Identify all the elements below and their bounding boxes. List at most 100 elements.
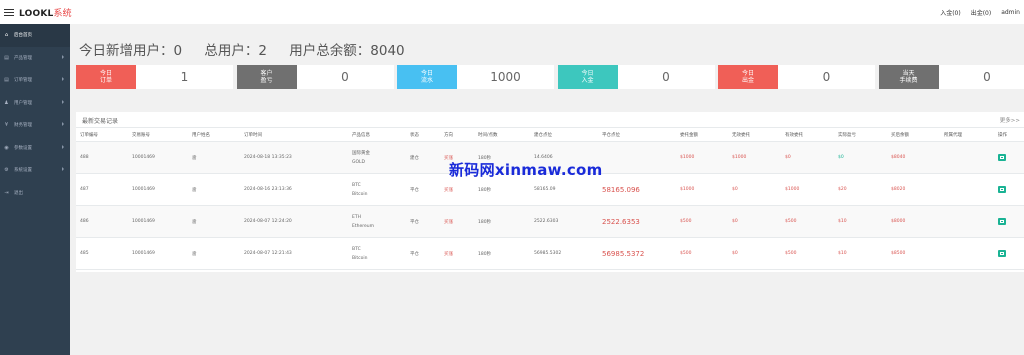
cell-value: 180秒 <box>478 187 492 193</box>
column-header: 订单时间 <box>240 127 348 142</box>
table-cell-op <box>994 141 1024 174</box>
column-header: 时间/点数 <box>474 127 530 142</box>
admin-user-link[interactable]: admin <box>1001 9 1020 16</box>
withdraw-link[interactable]: 出金(0) <box>971 8 992 17</box>
stat-card-label-line1: 客户 <box>260 70 273 77</box>
cell-value: $500 <box>785 219 797 224</box>
table-cell-close-price <box>598 141 676 174</box>
cell-value: $8500 <box>891 251 906 256</box>
stat-total-balance: 用户总余额：8040 <box>289 43 405 59</box>
table-cell-agent <box>940 237 994 270</box>
table-cell-op <box>994 205 1024 238</box>
cell-value: 平仓 <box>410 187 419 193</box>
main-content: 今日新增用户：0 总用户：2 用户总余额：8040 今日 订单 1 客户 盈亏 0 今日 流水… <box>70 24 1024 355</box>
sidebar-item-7[interactable]: ⇥ 退出 <box>0 182 70 205</box>
chevron-right-icon <box>62 99 64 104</box>
menu-toggle-icon[interactable] <box>4 8 14 16</box>
table-cell-close-price: 58165.096 <box>598 173 676 206</box>
cell-value: 10001469 <box>132 187 155 192</box>
cell-value: $8000 <box>891 219 906 224</box>
table-cell-order-no: 485 <box>76 237 128 270</box>
sidebar-item-4[interactable]: ¥ 财务管理 <box>0 114 70 137</box>
cell-value: $1000 <box>680 155 695 160</box>
table-cell-pnl: $0 <box>834 141 887 174</box>
table-cell-direction: 买涨 <box>440 205 474 238</box>
table-cell-op <box>994 237 1024 270</box>
table-cell-pnl: $10 <box>834 237 887 270</box>
sidebar-item-2[interactable]: ▤ 订单管理 <box>0 69 70 92</box>
sidebar-item-label: 订单管理 <box>14 78 32 84</box>
sidebar-item-1[interactable]: ▤ 产品管理 <box>0 47 70 70</box>
stat-card-label-line1: 当天 <box>902 70 915 77</box>
table-cell-invalid: $0 <box>728 173 781 206</box>
cell-value: 2522.6303 <box>534 219 559 224</box>
table-cell-time: 2024-08-07 12:21:43 <box>240 237 348 270</box>
table-cell-product: ETH Ethereum <box>348 205 406 238</box>
table-row: 486 10001469 啬 2024-08-07 12:24:20 ETH Ethere… <box>76 205 1024 238</box>
stat-card-value: 0 <box>983 70 991 84</box>
table-cell-status: 建仓 <box>406 141 440 174</box>
app-brand: LOOKL系统 <box>19 6 72 19</box>
table-cell-amount: $1000 <box>676 173 728 206</box>
cell-value: 啬 <box>192 219 197 225</box>
cell-value: 10001469 <box>132 219 155 224</box>
cell-value: 180秒 <box>478 219 492 225</box>
sidebar-item-label: 参数设置 <box>14 145 32 151</box>
column-header: 订单编号 <box>76 127 128 142</box>
cell-value: 56985.5372 <box>602 249 645 258</box>
cell-value: $1000 <box>680 187 695 192</box>
cell-value: $0 <box>785 155 791 160</box>
table-cell-status: 平仓 <box>406 237 440 270</box>
table-cell-amount: $500 <box>676 205 728 238</box>
top-bar: LOOKL系统 入金(0) 出金(0) admin <box>0 0 1024 24</box>
stat-card-label: 今日 入金 <box>557 65 618 89</box>
stat-card: 今日 入金 0 <box>557 65 715 89</box>
column-header: 所属代理 <box>940 127 994 142</box>
table-cell-product: BTC Bitcoin <box>348 173 406 206</box>
stat-card-label: 今日 出金 <box>718 65 778 89</box>
stat-card-value: 0 <box>662 70 670 84</box>
panel-title: 最新交易记录 <box>82 118 119 125</box>
view-button[interactable] <box>998 186 1006 193</box>
column-header: 委托金额 <box>676 127 728 142</box>
stat-card-label: 今日 流水 <box>397 65 457 89</box>
watermark-text: 新码网xinmaw.com <box>449 161 603 179</box>
cell-value: 建仓 <box>410 155 419 161</box>
table-cell-op <box>994 173 1024 206</box>
table-cell-status: 平仓 <box>406 205 440 238</box>
cell-value: $8040 <box>891 155 906 160</box>
brand-accent: 系统 <box>53 8 72 19</box>
stat-card: 今日 流水 1000 <box>397 65 554 89</box>
table-cell-invalid: $0 <box>728 237 781 270</box>
cell-value: $10 <box>838 219 847 224</box>
view-button[interactable] <box>998 250 1006 257</box>
sidebar-item-6[interactable]: ⚙ 系统设置 <box>0 159 70 182</box>
product-name: BTC <box>352 182 361 188</box>
sidebar-item-5[interactable]: ◉ 参数设置 <box>0 137 70 160</box>
more-link[interactable]: 更多>> <box>1000 116 1020 124</box>
deposit-link[interactable]: 入金(0) <box>940 8 961 17</box>
stat-card: 今日 订单 1 <box>76 65 233 89</box>
view-button[interactable] <box>998 218 1006 225</box>
table-cell-valid: $0 <box>781 141 834 174</box>
stat-card-label-line1: 今日 <box>99 70 112 77</box>
view-button[interactable] <box>998 154 1006 161</box>
cell-value: $0 <box>732 219 738 224</box>
cell-value: $500 <box>785 251 797 256</box>
column-header: 用户姓名 <box>188 127 240 142</box>
sidebar-item-label: 系统设置 <box>14 168 32 174</box>
cell-value: 啬 <box>192 155 197 161</box>
stat-card-value: 0 <box>822 70 831 84</box>
table-cell-product: BTC Bitcoin <box>348 237 406 270</box>
table-cell-invalid: $1000 <box>728 141 781 174</box>
sidebar-item-0[interactable]: ⌂ 后台首页 <box>0 24 70 47</box>
brand-name: LOOKL <box>19 8 54 19</box>
table-cell-status: 平仓 <box>406 173 440 206</box>
list-icon: ▤ <box>4 77 9 84</box>
product-code: GOLD <box>352 159 366 165</box>
table-cell-account: 10001469 <box>128 141 188 174</box>
home-icon: ⌂ <box>4 32 9 39</box>
product-code: Bitcoin <box>352 255 368 261</box>
table-cell-account: 10001469 <box>128 237 188 270</box>
sidebar-item-3[interactable]: ♟ 用户管理 <box>0 92 70 115</box>
